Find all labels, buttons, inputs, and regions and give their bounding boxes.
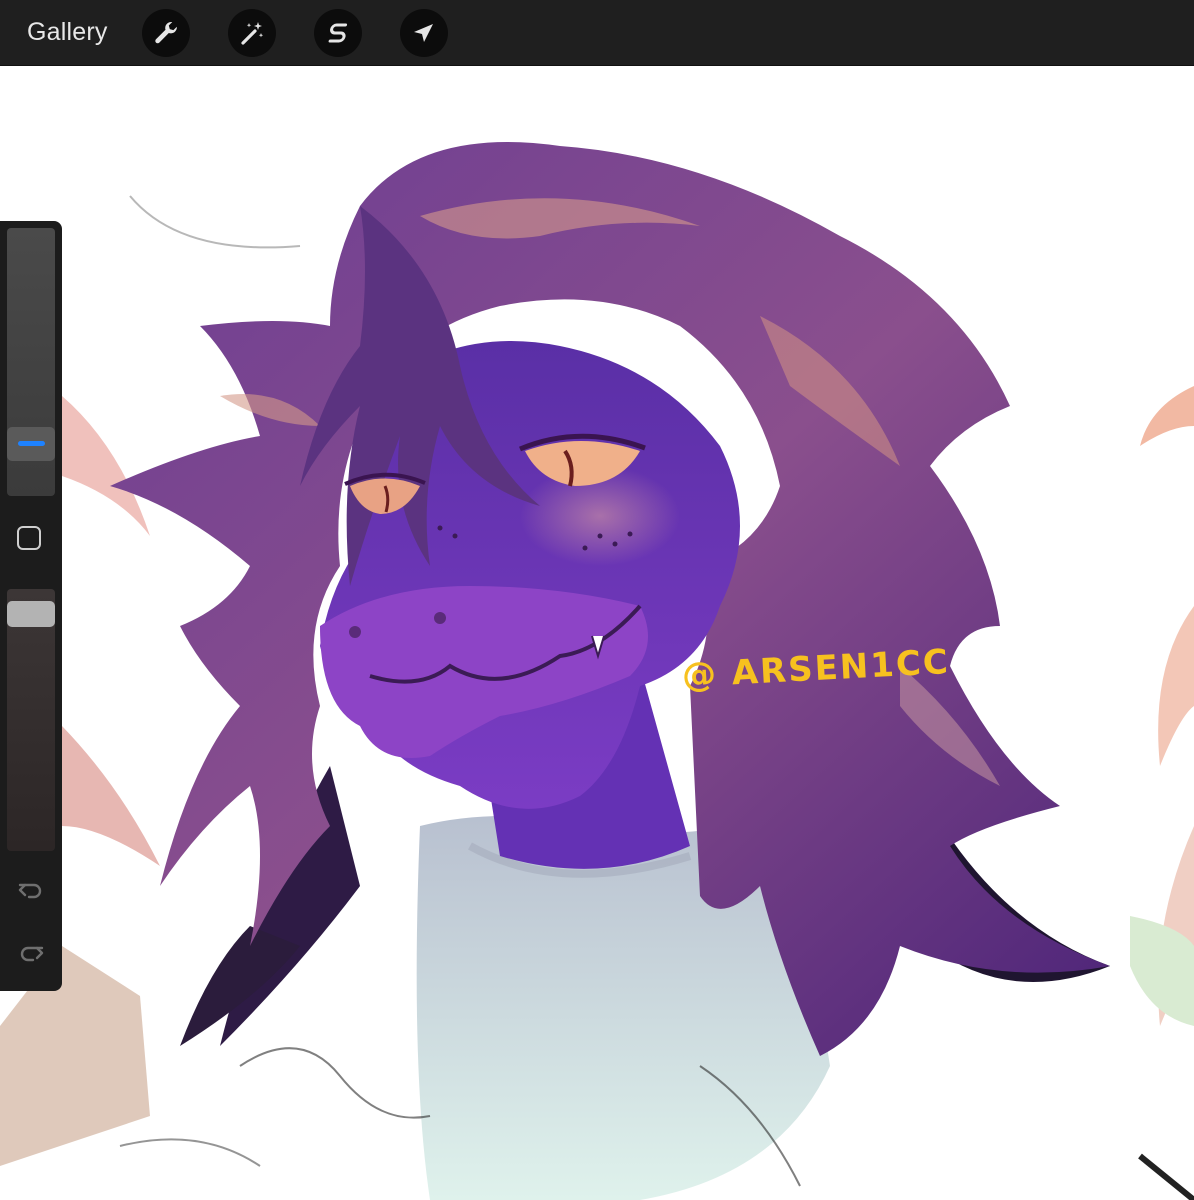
selection-icon [328,23,348,43]
selection-button[interactable] [314,9,362,57]
brush-size-thumb[interactable] [7,426,55,461]
brush-sidebar [0,221,62,991]
redo-icon[interactable] [17,939,45,967]
transform-button[interactable] [400,9,448,57]
undo-icon[interactable] [17,876,45,904]
opacity-thumb[interactable] [7,600,55,627]
gallery-button[interactable]: Gallery [27,16,108,48]
drawing-canvas[interactable]: @ ARSEN1CC [0,66,1194,1200]
artwork-illustration [0,142,1194,1200]
actions-button[interactable] [142,9,190,57]
wrench-icon [155,21,177,44]
brush-size-indicator [18,440,45,446]
top-toolbar: Gallery [0,0,1194,66]
opacity-slider[interactable] [7,589,55,851]
transform-arrow-icon [414,24,433,42]
adjustments-button[interactable] [228,9,276,57]
modify-square-icon[interactable] [17,526,41,550]
magic-wand-icon [241,22,264,45]
procreate-app: Gallery @ ARSEN1CC [0,0,1194,1200]
